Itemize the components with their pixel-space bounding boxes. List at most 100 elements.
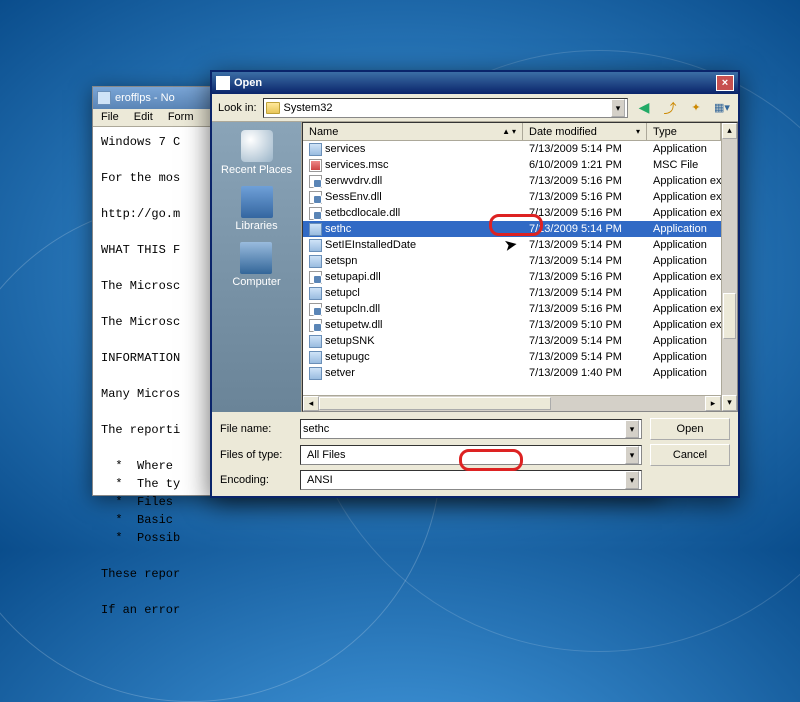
places-libraries[interactable]: Libraries — [235, 186, 277, 232]
scroll-down-button[interactable]: ▾ — [722, 395, 737, 411]
computer-icon — [240, 242, 272, 274]
filename-field[interactable]: ▾ — [300, 419, 642, 439]
file-row[interactable]: setupugc 7/13/2009 5:14 PM Application — [303, 349, 721, 365]
places-recent[interactable]: Recent Places — [221, 130, 292, 176]
views-icon: ▦▾ — [714, 101, 730, 114]
file-exe-icon — [309, 367, 322, 380]
file-exe-icon — [309, 335, 322, 348]
file-name: setupcln.dll — [325, 303, 380, 315]
file-msc-icon — [309, 159, 322, 172]
close-button[interactable]: × — [716, 75, 734, 91]
file-type: Application — [653, 223, 707, 235]
file-name: services.msc — [325, 159, 389, 171]
file-row[interactable]: setupapi.dll7/13/2009 5:16 PMApplication… — [303, 269, 721, 285]
file-date: 7/13/2009 5:14 PM — [529, 143, 622, 155]
cancel-button[interactable]: Cancel — [650, 444, 730, 466]
file-type: Application exte.. — [653, 303, 721, 315]
menu-file[interactable]: File — [95, 109, 125, 125]
file-exe-icon — [309, 255, 322, 268]
filetype-value: All Files — [303, 449, 350, 461]
file-name: setupetw.dll — [325, 319, 382, 331]
file-row[interactable]: SetIEInstalledDate7/13/2009 5:14 PMAppli… — [303, 237, 721, 253]
dialog-bottom: File name: ▾ Open Files of type: All Fil… — [212, 412, 738, 496]
file-name: SetIEInstalledDate — [325, 239, 416, 251]
chevron-down-icon[interactable]: ▾ — [625, 420, 639, 438]
file-name: setupugc — [325, 351, 370, 363]
file-row[interactable]: setspn7/13/2009 5:14 PMApplication — [303, 253, 721, 269]
file-type: Application exte.. — [653, 175, 721, 187]
file-exe-icon — [309, 287, 322, 300]
file-type: Application — [653, 351, 707, 363]
file-row[interactable]: setver7/13/2009 1:40 PMApplication — [303, 365, 721, 381]
filename-input[interactable] — [303, 423, 625, 435]
chevron-down-icon[interactable]: ▾ — [625, 471, 639, 489]
lookin-label: Look in: — [218, 102, 257, 114]
menu-format[interactable]: Form — [162, 109, 200, 125]
back-button[interactable]: ◀ — [634, 98, 654, 118]
scroll-thumb-v[interactable] — [723, 293, 736, 339]
folder-icon — [266, 102, 280, 114]
new-folder-button[interactable]: ✦ — [686, 98, 706, 118]
places-computer[interactable]: Computer — [232, 242, 280, 288]
file-name: setver — [325, 367, 355, 379]
file-date: 7/13/2009 5:16 PM — [529, 191, 622, 203]
chevron-down-icon[interactable]: ▾ — [611, 99, 625, 117]
file-row[interactable]: setupcl7/13/2009 5:14 PMApplication — [303, 285, 721, 301]
file-name: setupSNK — [325, 335, 375, 347]
encoding-combo[interactable]: ANSI ▾ — [300, 470, 642, 490]
file-exe-icon — [309, 143, 322, 156]
places-bar: Recent Places Libraries Computer — [212, 122, 302, 412]
file-exe-icon — [309, 351, 322, 364]
file-row[interactable]: setupetw.dll7/13/2009 5:10 PMApplication… — [303, 317, 721, 333]
open-button[interactable]: Open — [650, 418, 730, 440]
file-row[interactable]: sethc7/13/2009 5:14 PMApplication — [303, 221, 721, 237]
file-type: Application exte.. — [653, 271, 721, 283]
file-type: Application — [653, 367, 707, 379]
scroll-up-button[interactable]: ▴ — [722, 123, 737, 139]
file-row[interactable]: services7/13/2009 5:14 PMApplication — [303, 141, 721, 157]
file-name: setupcl — [325, 287, 360, 299]
menu-edit[interactable]: Edit — [128, 109, 159, 125]
file-date: 7/13/2009 5:14 PM — [529, 287, 622, 299]
file-row[interactable]: serwvdrv.dll7/13/2009 5:16 PMApplication… — [303, 173, 721, 189]
chevron-down-icon[interactable]: ▾ — [625, 446, 639, 464]
file-row[interactable]: setbcdlocale.dll7/13/2009 5:16 PMApplica… — [303, 205, 721, 221]
file-row[interactable]: setupSNK7/13/2009 5:14 PMApplication — [303, 333, 721, 349]
vertical-scrollbar[interactable]: ▴ ▾ — [721, 123, 737, 411]
column-headers[interactable]: Name▲▾ Date modified▾ Type — [303, 123, 721, 141]
sort-asc-icon: ▲ — [502, 127, 510, 136]
back-icon: ◀ — [639, 99, 650, 116]
dialog-titlebar[interactable]: Open × — [212, 72, 738, 94]
column-name[interactable]: Name▲▾ — [303, 123, 523, 140]
file-exe-icon — [309, 239, 322, 252]
column-type[interactable]: Type — [647, 123, 721, 140]
up-button[interactable]: ⤴ — [660, 98, 680, 118]
horizontal-scrollbar[interactable]: ◂ ▸ — [303, 395, 721, 411]
filetype-combo[interactable]: All Files ▾ — [300, 445, 642, 465]
notepad-icon — [97, 91, 111, 105]
scroll-thumb-h[interactable] — [319, 397, 551, 410]
file-row[interactable]: SessEnv.dll 7/13/2009 5:16 PM Application … — [303, 189, 721, 205]
file-date: 6/10/2009 1:21 PM — [529, 159, 622, 171]
encoding-value: ANSI — [303, 474, 337, 486]
filetype-label: Files of type: — [220, 449, 292, 461]
file-list[interactable]: Name▲▾ Date modified▾ Type services7/13/… — [302, 122, 738, 412]
file-date: 7/13/2009 5:10 PM — [529, 319, 622, 331]
file-type: Application exte.. — [653, 191, 721, 203]
file-type: Application — [653, 335, 707, 347]
file-dll-icon — [309, 303, 322, 316]
file-name: SessEnv.dll — [325, 191, 382, 203]
file-date: 7/13/2009 5:16 PM — [529, 303, 622, 315]
file-row[interactable]: setupcln.dll 7/13/2009 5:16 PM Application… — [303, 301, 721, 317]
notepad-title: erofflps - No — [115, 92, 175, 104]
dialog-title: Open — [234, 77, 262, 89]
scroll-left-button[interactable]: ◂ — [303, 396, 319, 411]
file-type: Application — [653, 255, 707, 267]
column-date[interactable]: Date modified▾ — [523, 123, 647, 140]
lookin-combo[interactable]: System32 ▾ — [263, 98, 628, 118]
file-date: 7/13/2009 5:14 PM — [529, 351, 622, 363]
recent-places-icon — [241, 130, 273, 162]
views-button[interactable]: ▦▾ — [712, 98, 732, 118]
scroll-right-button[interactable]: ▸ — [705, 396, 721, 411]
file-row[interactable]: services.msc6/10/2009 1:21 PMMSC File — [303, 157, 721, 173]
